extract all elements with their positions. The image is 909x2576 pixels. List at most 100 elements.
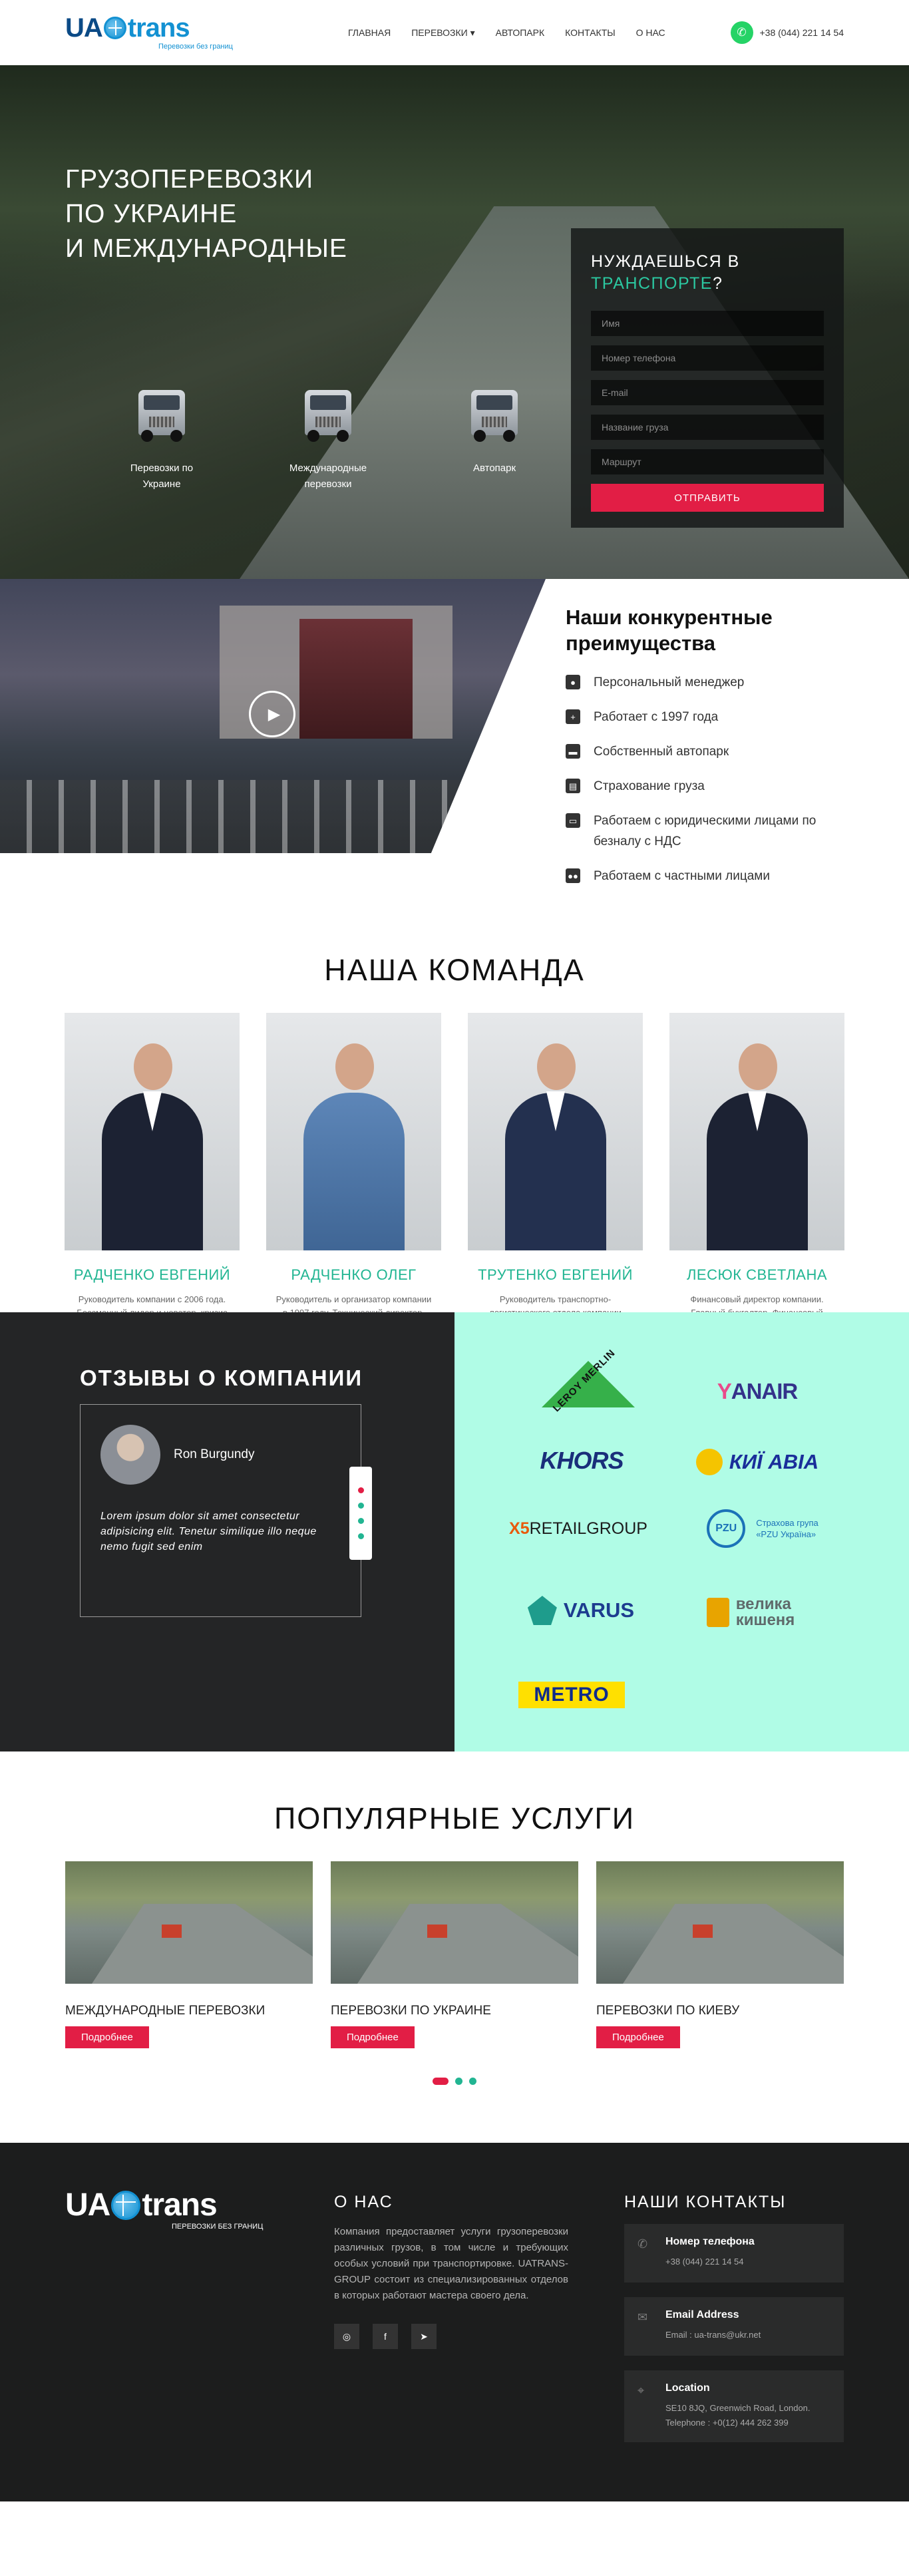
hero-title-line-3: И МЕЖДУНАРОДНЫЕ <box>65 234 347 263</box>
pagination-dot-active[interactable] <box>357 1487 364 1493</box>
cargo-field[interactable] <box>591 415 824 440</box>
instagram-icon[interactable]: ◎ <box>334 2324 359 2349</box>
contact-title: Email Address <box>665 2309 739 2320</box>
document-icon: ▤ <box>566 779 580 793</box>
advantage-item: ▤ Страхование груза <box>566 776 865 797</box>
review-card: Ron Burgundy Lorem ipsum dolor sit amet … <box>80 1404 361 1617</box>
whatsapp-icon[interactable]: ✆ <box>730 21 753 44</box>
team-member: ТРУТЕНКО ЕВГЕНИЙ Руководитель транспортн… <box>468 1013 643 1346</box>
phone-icon: ✆ <box>637 2237 648 2251</box>
more-button[interactable]: Подробнее <box>596 2026 680 2048</box>
logo-ua: UA <box>65 13 103 43</box>
logo[interactable]: UA trans Перевозки без границ <box>65 15 258 51</box>
service-image <box>596 1861 844 1984</box>
advantages-list: Наши конкурентные преимущества ● Персонал… <box>566 604 865 900</box>
nav-about[interactable]: О НАС <box>636 27 665 39</box>
partner-x5-mark: X5 <box>509 1519 530 1538</box>
partner-khors-text: KHORS <box>540 1447 624 1474</box>
form-title-end: ? <box>712 274 723 293</box>
member-name: РАДЧЕНКО ОЛЕГ <box>291 1266 417 1283</box>
leaf-icon <box>527 1596 557 1625</box>
contact-value[interactable]: +38 (044) 221 14 54 <box>665 2255 830 2269</box>
popular-services-section: ПОПУЛЯРНЫЕ УСЛУГИ МЕЖДУНАРОДНЫЕ ПЕРЕВОЗК… <box>0 1751 909 2143</box>
play-icon[interactable]: ▶ <box>249 691 295 737</box>
partner-logo-velyka-kyshenia: велика кишеня <box>674 1590 827 1634</box>
contact-value[interactable]: Email : ua-trans@ukr.net <box>665 2328 830 2342</box>
phone-number[interactable]: +38 (044) 221 14 54 <box>760 27 844 38</box>
more-button[interactable]: Подробнее <box>65 2026 149 2048</box>
service-image <box>331 1861 578 1984</box>
service-image <box>65 1861 313 1984</box>
carousel-pagination <box>0 2078 909 2085</box>
team-title: НАША КОМАНДА <box>324 953 585 987</box>
advantage-text: Работает с 1997 года <box>594 710 719 724</box>
name-field[interactable] <box>591 311 824 336</box>
service-international[interactable]: Международные перевозки <box>245 383 411 492</box>
form-title: НУЖДАЕШЬСЯ В ТРАНСПОРТЕ? <box>591 251 824 295</box>
social-links: ◎ f ➤ <box>334 2324 568 2349</box>
member-name: ЛЕСЮК СВЕТЛАНА <box>686 1266 827 1283</box>
telegram-icon[interactable]: ➤ <box>411 2324 437 2349</box>
contact-phone: ✆ Номер телефона +38 (044) 221 14 54 <box>624 2224 844 2283</box>
footer-logo[interactable]: UA trans ПЕРЕВОЗКИ БЕЗ ГРАНИЦ <box>65 2189 263 2231</box>
pagination-dot[interactable] <box>357 1533 364 1539</box>
advantage-item: ▬ Собственный автопарк <box>566 741 865 762</box>
service-label-2: перевозки <box>304 478 352 490</box>
partner-logo-metro: METRO <box>518 1682 625 1708</box>
avatar <box>100 1425 160 1485</box>
truck-icon <box>291 383 365 445</box>
sun-icon <box>695 1449 723 1475</box>
van-icon <box>458 383 531 445</box>
pagination-dot[interactable] <box>469 2078 476 2085</box>
submit-button[interactable]: ОТПРАВИТЬ <box>591 484 824 512</box>
advantage-item: ▭ Работаем с юридическими лицами по безна… <box>566 811 865 852</box>
nav-fleet[interactable]: АВТОПАРК <box>496 27 544 39</box>
phone-field[interactable] <box>591 345 824 371</box>
service-card-title: ПЕРЕВОЗКИ ПО УКРАИНЕ <box>331 2004 491 2018</box>
pagination-dot[interactable] <box>357 1518 364 1524</box>
contact-value-2[interactable]: Telephone : +0(12) 444 262 399 <box>665 2416 830 2430</box>
user-icon: ● <box>566 675 580 689</box>
advantage-text: Работаем с частными лицами <box>594 869 770 883</box>
globe-icon <box>111 2191 141 2220</box>
contact-location: ⌖ Location SE10 8JQ, Greenwich Road, Lon… <box>624 2370 844 2442</box>
hero-title-line-2: ПО УКРАИНЕ <box>65 200 238 228</box>
route-field[interactable] <box>591 449 824 474</box>
member-name: РАДЧЕНКО ЕВГЕНИЙ <box>73 1266 231 1283</box>
advantage-text: Собственный автопарк <box>594 745 729 759</box>
member-photo <box>266 1013 441 1250</box>
partner-pzu-mark: PZU <box>707 1509 746 1548</box>
pagination-dot-active[interactable] <box>433 2078 449 2085</box>
footer-contacts-title: НАШИ КОНТАКТЫ <box>624 2193 787 2211</box>
service-ukraine[interactable]: Перевозки по Украине <box>79 383 245 492</box>
partner-logo-x5: X5 RETAILGROUP <box>492 1512 665 1545</box>
facebook-icon[interactable]: f <box>373 2324 398 2349</box>
partner-x5-text: RETAILGROUP <box>529 1519 647 1538</box>
footer-contacts: НАШИ КОНТАКТЫ ✆ Номер телефона +38 (044)… <box>624 2193 844 2457</box>
contact-email: ✉ Email Address Email : ua-trans@ukr.net <box>624 2297 844 2356</box>
footer-logo-ua: UA <box>65 2187 110 2223</box>
partner-varus-text: VARUS <box>563 1598 635 1622</box>
service-fleet[interactable]: Автопарк <box>411 383 578 492</box>
reviews-partners-section: ОТЗЫВЫ О КОМПАНИИ Ron Burgundy Lorem ips… <box>0 1312 909 1751</box>
popular-title: ПОПУЛЯРНЫЕ УСЛУГИ <box>273 1801 636 1835</box>
advantages-title: Наши конкурентные преимущества <box>566 606 773 655</box>
service-label-2: Украине <box>142 478 181 490</box>
pagination-dot[interactable] <box>455 2078 462 2085</box>
form-title-accent: ТРАНСПОРТЕ <box>591 274 713 293</box>
reviews-title: ОТЗЫВЫ О КОМПАНИИ <box>80 1366 363 1390</box>
more-button[interactable]: Подробнее <box>331 2026 415 2048</box>
header-phone[interactable]: ✆ +38 (044) 221 14 54 <box>730 21 844 44</box>
pagination-dot[interactable] <box>357 1503 364 1509</box>
nav-home[interactable]: ГЛАВНАЯ <box>348 27 391 39</box>
service-card: МЕЖДУНАРОДНЫЕ ПЕРЕВОЗКИ Подробнее <box>65 1861 313 2048</box>
nav-transport[interactable]: ПЕРЕВОЗКИ ▾ <box>411 27 474 39</box>
truck-video-thumbnail: ▶ <box>0 579 546 853</box>
contact-title: Location <box>665 2382 710 2394</box>
partner-logo-varus: VARUS <box>508 1592 654 1629</box>
nav-contacts[interactable]: КОНТАКТЫ <box>565 27 616 39</box>
email-field[interactable] <box>591 380 824 405</box>
member-photo <box>669 1013 844 1250</box>
review-author-name: Ron Burgundy <box>174 1447 255 1461</box>
advantage-text: Работаем с юридическими лицами по безнал… <box>594 814 817 848</box>
